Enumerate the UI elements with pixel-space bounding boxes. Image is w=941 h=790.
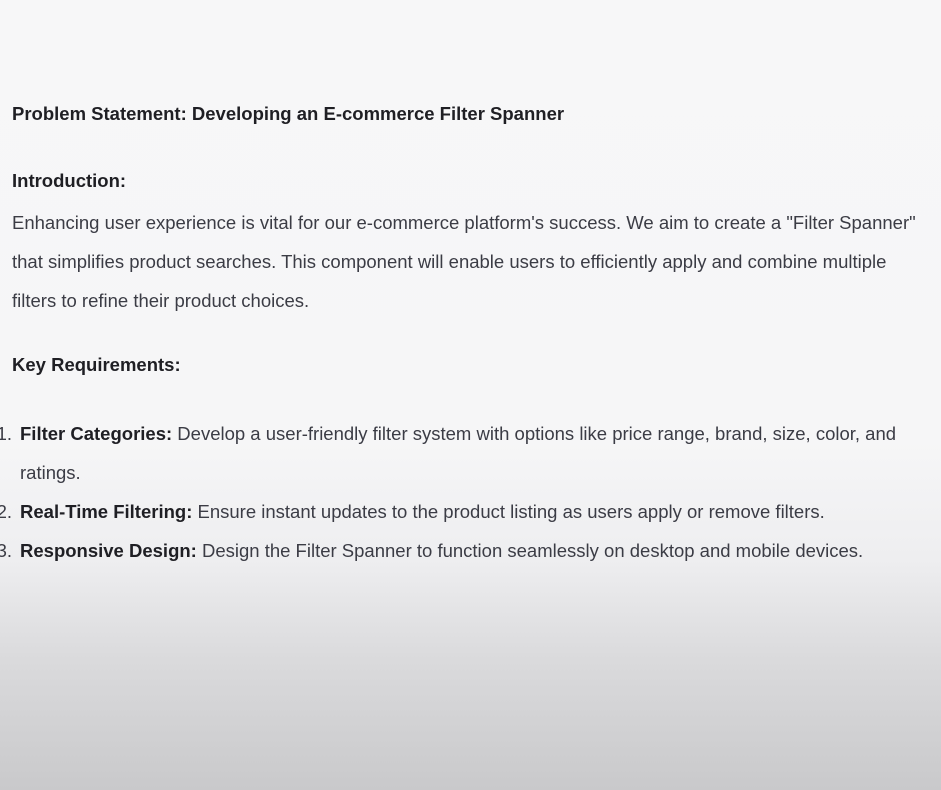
list-number: 1. [0,423,12,444]
key-requirements-heading: Key Requirements: [12,354,181,375]
requirement-text: Design the Filter Spanner to function se… [196,540,864,561]
list-number: 2. [0,501,12,522]
requirements-list: 1. Filter Categories: Develop a user-frie… [0,414,927,570]
introduction-heading: Introduction: [12,170,127,191]
requirement-term: Filter Categories: [20,423,173,444]
requirement-term: Responsive Design: [20,540,197,561]
requirement-item-real-time-filtering: 2. Real-Time Filtering: Ensure instant up… [0,492,927,531]
requirement-text: Ensure instant updates to the product li… [192,501,825,522]
requirement-item-filter-categories: 1. Filter Categories: Develop a user-frie… [0,414,927,492]
requirement-item-responsive-design: 3. Responsive Design: Design the Filter S… [0,531,927,570]
document-title: Problem Statement: Developing an E-comme… [12,103,565,124]
introduction-paragraph: Enhancing user experience is vital for o… [12,212,916,311]
requirement-term: Real-Time Filtering: [20,501,193,522]
list-number: 3. [0,540,12,561]
